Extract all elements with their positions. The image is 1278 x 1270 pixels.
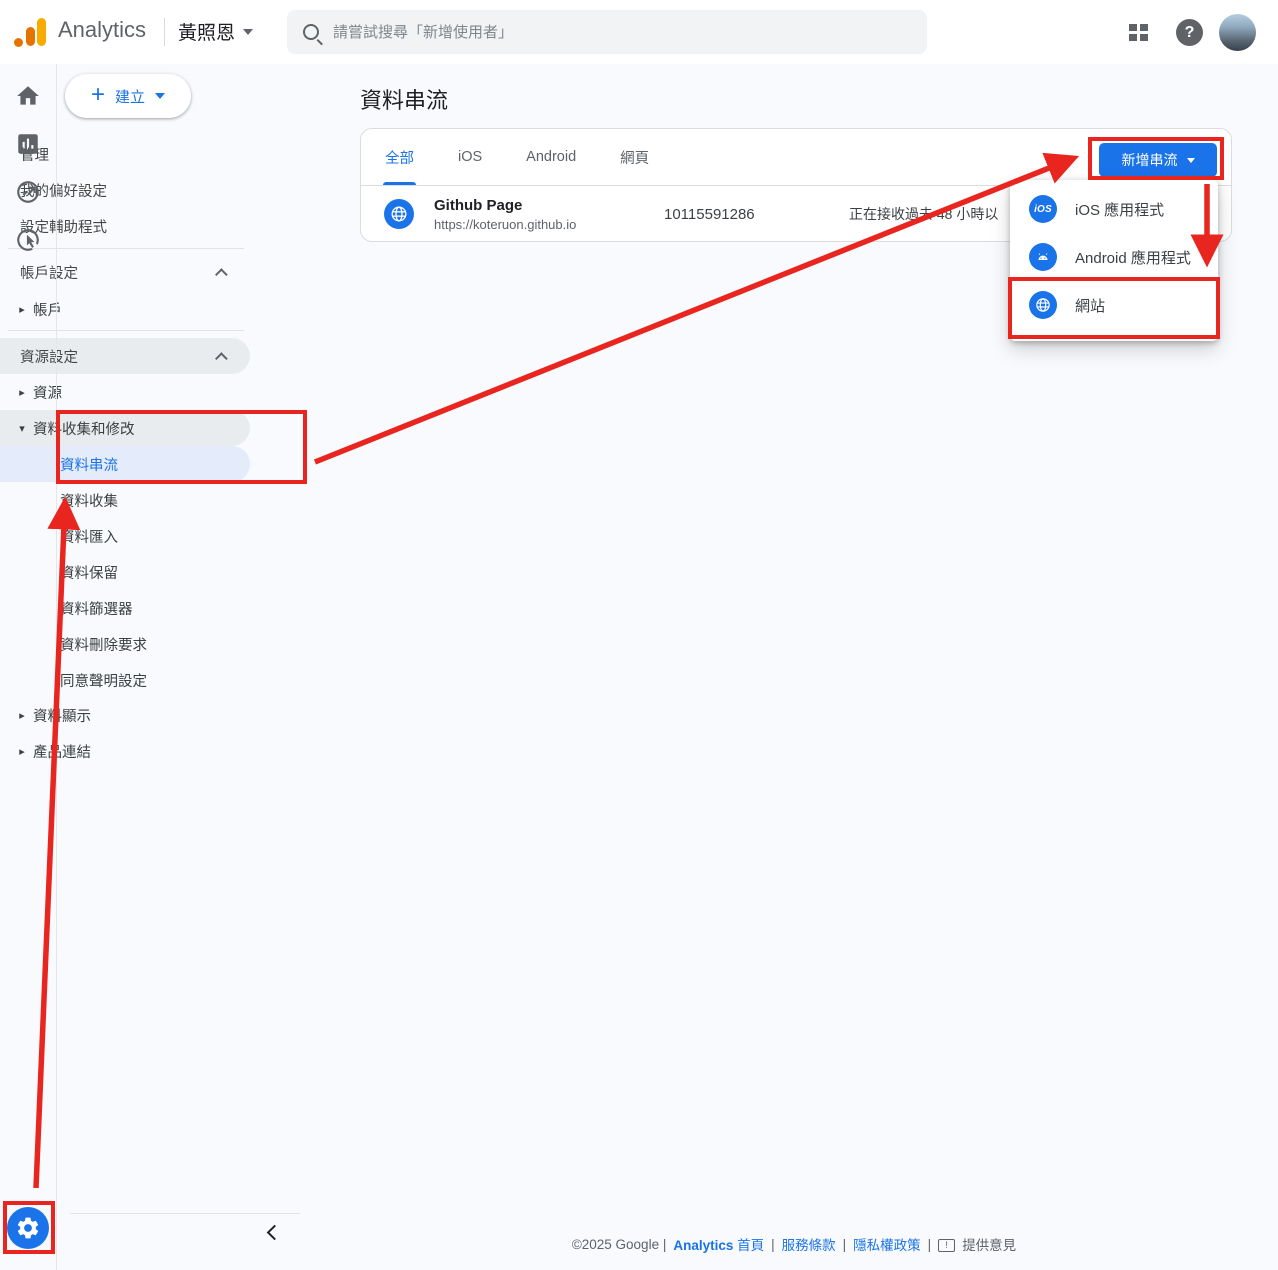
menu-item-website[interactable]: 網站	[1010, 281, 1218, 329]
create-button[interactable]: + 建立	[65, 74, 191, 118]
footer-feedback-label[interactable]: 提供意見	[962, 1234, 1016, 1254]
menu-item-ios-app[interactable]: iOS iOS 應用程式	[1010, 185, 1218, 233]
chevron-down-icon	[1187, 158, 1195, 163]
menu-item-android-app[interactable]: Android 應用程式	[1010, 233, 1218, 281]
globe-icon	[1029, 291, 1057, 319]
chevron-down-icon	[243, 29, 253, 35]
explore-icon[interactable]	[14, 178, 42, 206]
copyright-text: ©2025 Google |	[572, 1237, 667, 1252]
tab-ios[interactable]: iOS	[436, 129, 504, 185]
footer-link-terms[interactable]: 服務條款	[782, 1234, 836, 1254]
feedback-icon: !	[938, 1239, 955, 1252]
stream-status: 正在接收過去 48 小時以	[849, 204, 998, 224]
admin-gear-button[interactable]	[7, 1207, 49, 1249]
home-icon[interactable]	[14, 82, 42, 110]
tab-all[interactable]: 全部	[363, 129, 436, 185]
footer: ©2025 Google | Analytics 首頁 | 服務條款 | 隱私權…	[310, 1234, 1278, 1254]
apps-grid-icon[interactable]	[1129, 24, 1151, 41]
help-icon[interactable]: ?	[1176, 19, 1203, 46]
account-switcher[interactable]: 黃照恩	[178, 18, 253, 45]
analytics-logo-icon	[14, 17, 48, 47]
stream-id: 10115591286	[664, 206, 849, 223]
account-name: 黃照恩	[178, 18, 235, 45]
brand-title: Analytics	[58, 17, 146, 43]
footer-link-home-suffix[interactable]: 首頁	[737, 1238, 764, 1253]
page-title: 資料串流	[360, 83, 448, 115]
footer-link-analytics-home[interactable]: Analytics	[673, 1238, 733, 1253]
ios-icon: iOS	[1029, 195, 1057, 223]
stream-name: Github Page	[434, 197, 664, 214]
web-stream-icon	[384, 199, 414, 229]
chevron-down-icon	[155, 93, 165, 99]
reports-icon[interactable]	[14, 130, 42, 158]
advertising-icon[interactable]	[14, 226, 42, 254]
topbar-divider	[164, 18, 165, 46]
top-app-bar: Analytics 黃照恩 ?	[0, 0, 1278, 64]
left-icon-rail	[0, 64, 57, 1270]
add-stream-menu: iOS iOS 應用程式 Android 應用程式 網站	[1010, 180, 1218, 341]
android-icon	[1029, 243, 1057, 271]
search-bar[interactable]	[287, 10, 927, 54]
settings-sidebar: + 建立	[57, 64, 310, 1270]
gear-icon	[15, 1215, 41, 1241]
search-input[interactable]	[333, 24, 911, 41]
plus-icon: +	[91, 83, 105, 107]
avatar[interactable]	[1219, 14, 1256, 51]
add-stream-button[interactable]: 新增串流	[1099, 143, 1217, 177]
search-icon	[303, 24, 319, 40]
tab-android[interactable]: Android	[504, 129, 598, 185]
tab-web[interactable]: 網頁	[598, 129, 671, 185]
footer-link-privacy[interactable]: 隱私權政策	[853, 1234, 921, 1254]
stream-url: https://koteruon.github.io	[434, 217, 664, 232]
